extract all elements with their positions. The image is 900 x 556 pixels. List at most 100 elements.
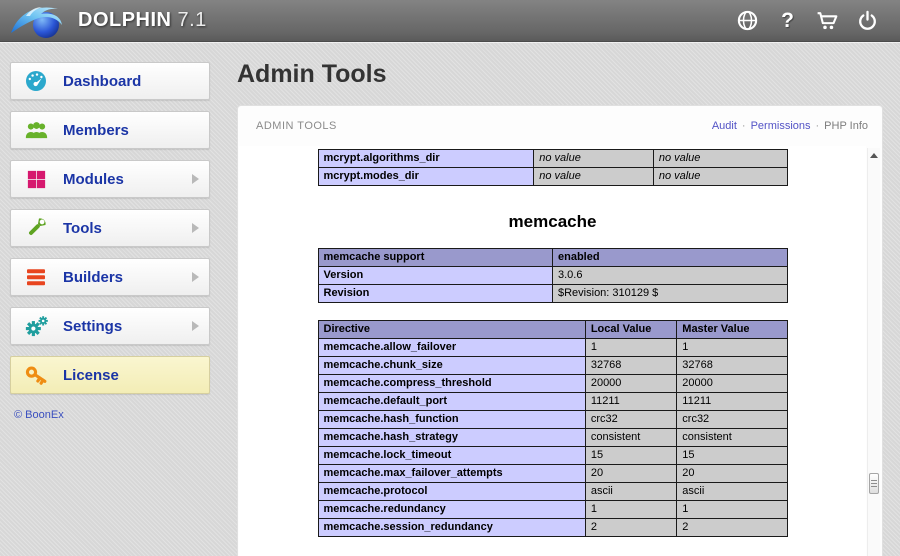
- table-cell: 11211: [585, 393, 676, 411]
- help-icon[interactable]: ?: [775, 8, 800, 33]
- table-cell: no value: [653, 168, 787, 186]
- sidebar-item-builders[interactable]: Builders: [10, 258, 210, 296]
- permissions-link[interactable]: Permissions: [751, 120, 811, 132]
- separator: ·: [816, 120, 820, 132]
- sidebar-item-members[interactable]: Members: [10, 111, 210, 149]
- table-cell: crc32: [677, 411, 787, 429]
- audit-link[interactable]: Audit: [712, 120, 737, 132]
- table-cell: ascii: [585, 483, 676, 501]
- table-row: memcache.compress_threshold2000020000: [318, 375, 787, 393]
- table-header-row: memcache support enabled: [318, 249, 787, 267]
- table-cell: 32768: [677, 357, 787, 375]
- table-cell: no value: [534, 168, 654, 186]
- settings-gears-icon: [23, 313, 49, 339]
- memcache-section-heading: memcache: [318, 212, 788, 232]
- sidebar-item-label: Dashboard: [63, 73, 141, 90]
- scrollbar-grip: [871, 480, 877, 487]
- table-row: memcache.protocolasciiascii: [318, 483, 787, 501]
- dashboard-gauge-icon: [23, 68, 49, 94]
- table-cell: mcrypt.algorithms_dir: [318, 150, 534, 168]
- license-key-icon: [23, 362, 49, 388]
- panel-nav-links: Audit · Permissions · PHP Info: [712, 120, 868, 132]
- column-header: Directive: [318, 321, 585, 339]
- table-cell: 20: [677, 465, 787, 483]
- table-cell: $Revision: 310129 $: [553, 285, 788, 303]
- table-cell: memcache.compress_threshold: [318, 375, 585, 393]
- cart-icon[interactable]: [815, 8, 840, 33]
- table-row: memcache.redundancy11: [318, 501, 787, 519]
- table-cell: 15: [585, 447, 676, 465]
- column-header: Local Value: [585, 321, 676, 339]
- table-cell: memcache.chunk_size: [318, 357, 585, 375]
- table-cell: 1: [585, 501, 676, 519]
- table-cell: 2: [585, 519, 676, 537]
- table-cell: no value: [653, 150, 787, 168]
- table-cell: memcache.lock_timeout: [318, 447, 585, 465]
- sidebar-item-label: License: [63, 367, 119, 384]
- phpinfo-content: mcrypt.algorithms_dirno valueno valuemcr…: [318, 149, 788, 556]
- table-cell: memcache.redundancy: [318, 501, 585, 519]
- table-cell: 1: [677, 339, 787, 357]
- table-cell: memcache.session_redundancy: [318, 519, 585, 537]
- table-row: memcache.lock_timeout1515: [318, 447, 787, 465]
- table-header-row: Directive Local Value Master Value: [318, 321, 787, 339]
- scrollbar[interactable]: [867, 148, 880, 556]
- globe-icon[interactable]: [735, 8, 760, 33]
- table-cell: memcache.max_failover_attempts: [318, 465, 585, 483]
- table-cell: memcache.default_port: [318, 393, 585, 411]
- table-cell: 1: [585, 339, 676, 357]
- table-row: memcache.max_failover_attempts2020: [318, 465, 787, 483]
- chevron-right-icon: [192, 223, 199, 233]
- sidebar-item-label: Tools: [63, 220, 102, 237]
- chevron-right-icon: [192, 174, 199, 184]
- sidebar-item-settings[interactable]: Settings: [10, 307, 210, 345]
- phpinfo-scroll-area: mcrypt.algorithms_dirno valueno valuemcr…: [239, 146, 866, 556]
- power-icon[interactable]: [855, 8, 880, 33]
- admin-tools-panel: ADMIN TOOLS Audit · Permissions · PHP In…: [237, 105, 883, 556]
- sidebar-item-label: Builders: [63, 269, 123, 286]
- table-cell: mcrypt.modes_dir: [318, 168, 534, 186]
- table-row: memcache.allow_failover11: [318, 339, 787, 357]
- mcrypt-table: mcrypt.algorithms_dirno valueno valuemcr…: [318, 149, 788, 186]
- table-row: mcrypt.modes_dirno valueno value: [318, 168, 787, 186]
- sidebar-item-tools[interactable]: Tools: [10, 209, 210, 247]
- scrollbar-thumb[interactable]: [869, 473, 879, 494]
- sidebar-item-label: Members: [63, 122, 129, 139]
- table-row: memcache.session_redundancy22: [318, 519, 787, 537]
- table-cell: crc32: [585, 411, 676, 429]
- brand-version: 7.1: [178, 9, 207, 32]
- table-cell: 20000: [585, 375, 676, 393]
- table-row: memcache.hash_functioncrc32crc32: [318, 411, 787, 429]
- table-cell: 20000: [677, 375, 787, 393]
- table-row: memcache.chunk_size3276832768: [318, 357, 787, 375]
- php-info-link[interactable]: PHP Info: [824, 120, 868, 132]
- chevron-right-icon: [192, 321, 199, 331]
- members-icon: [23, 117, 49, 143]
- table-row: memcache.hash_strategyconsistentconsiste…: [318, 429, 787, 447]
- table-cell: 20: [585, 465, 676, 483]
- table-cell: ascii: [677, 483, 787, 501]
- sidebar-item-license[interactable]: License: [10, 356, 210, 394]
- brand-name: DOLPHIN: [78, 9, 172, 32]
- table-cell: memcache.hash_strategy: [318, 429, 585, 447]
- column-header: enabled: [553, 249, 788, 267]
- table-cell: memcache.protocol: [318, 483, 585, 501]
- sidebar-item-modules[interactable]: Modules: [10, 160, 210, 198]
- table-cell: 1: [677, 501, 787, 519]
- builders-bars-icon: [23, 264, 49, 290]
- table-row: Revision$Revision: 310129 $: [318, 285, 787, 303]
- table-cell: memcache.hash_function: [318, 411, 585, 429]
- table-row: mcrypt.algorithms_dirno valueno value: [318, 150, 787, 168]
- sidebar-item-label: Modules: [63, 171, 124, 188]
- modules-grid-icon: [23, 166, 49, 192]
- table-cell: 15: [677, 447, 787, 465]
- table-cell: Revision: [318, 285, 553, 303]
- scroll-up-arrow-icon[interactable]: [870, 153, 878, 158]
- boonex-copyright-link[interactable]: © BoonEx: [14, 409, 64, 421]
- table-row: Version3.0.6: [318, 267, 787, 285]
- memcache-directives-table: Directive Local Value Master Value memca…: [318, 320, 788, 537]
- header-icons: ?: [735, 8, 900, 33]
- sidebar-item-dashboard[interactable]: Dashboard: [10, 62, 210, 100]
- table-cell: 32768: [585, 357, 676, 375]
- table-cell: memcache.allow_failover: [318, 339, 585, 357]
